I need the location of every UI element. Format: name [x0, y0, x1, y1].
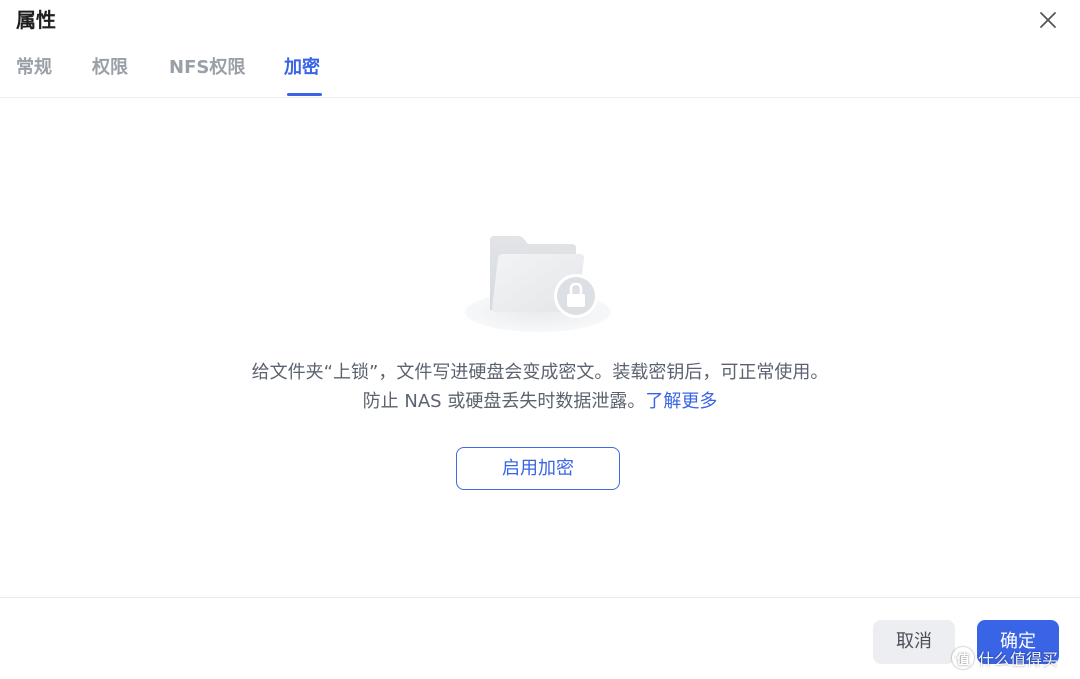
- tab-permissions[interactable]: 权限: [92, 56, 128, 80]
- encryption-description-line2: 防止 NAS 或硬盘丢失时数据泄露。了解更多: [0, 389, 1080, 415]
- dialog-title: 属性: [16, 8, 56, 32]
- encryption-description: 给文件夹“上锁”，文件写进硬盘会变成密文。装载密钥后，可正常使用。: [251, 362, 829, 383]
- watermark-logo-icon: 值: [952, 647, 974, 669]
- tab-nfs-permissions[interactable]: NFS权限: [169, 56, 245, 80]
- cancel-button[interactable]: 取消: [873, 620, 955, 664]
- properties-dialog: 属性 常规 权限 NFS权限 加密 给文件夹“上锁”，文件写进硬盘会变成密文。装…: [0, 0, 1080, 679]
- tab-encryption[interactable]: 加密: [284, 56, 320, 80]
- active-tab-indicator: [287, 93, 322, 96]
- tab-general[interactable]: 常规: [16, 56, 52, 80]
- watermark: 值 什么值得买: [952, 645, 1058, 671]
- watermark-text: 什么值得买: [978, 650, 1059, 669]
- learn-more-link[interactable]: 了解更多: [645, 391, 717, 412]
- tab-bar: 常规 权限 NFS权限 加密: [0, 48, 1080, 98]
- dialog-footer: 取消 确定: [0, 597, 1080, 679]
- locked-folder-icon: [462, 232, 614, 336]
- close-icon: [1040, 12, 1056, 28]
- enable-encryption-button[interactable]: 启用加密: [456, 447, 620, 490]
- close-button[interactable]: [1036, 8, 1060, 32]
- data-leak-text: 防止 NAS 或硬盘丢失时数据泄露。: [362, 391, 646, 412]
